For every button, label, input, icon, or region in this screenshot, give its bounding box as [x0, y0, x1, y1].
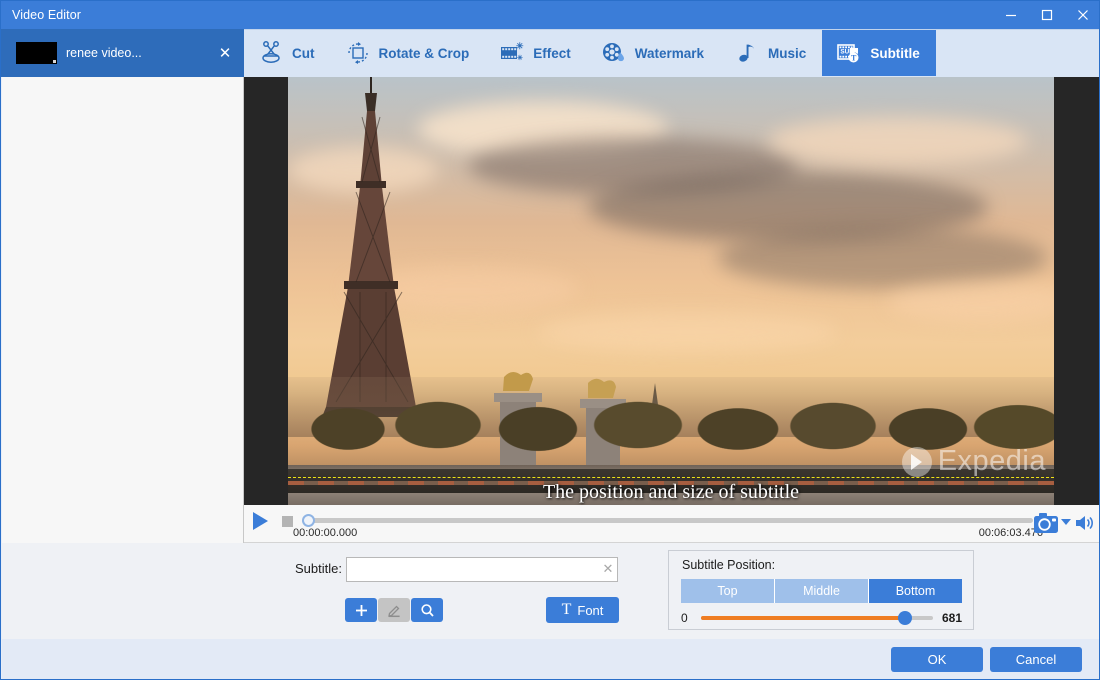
eiffel-tower	[322, 77, 420, 417]
toolbar-item-cut[interactable]: Cut	[244, 30, 331, 76]
window-title: Video Editor	[12, 8, 82, 22]
toolbar-label-watermark: Watermark	[634, 45, 705, 61]
video-preview[interactable]: Expedia The position and size of subtitl…	[244, 77, 1099, 505]
cloud	[768, 117, 1028, 165]
volume-icon[interactable]	[1074, 513, 1096, 533]
toolbar-label-cut: Cut	[292, 45, 315, 61]
rotate-crop-icon	[347, 42, 368, 64]
toolbar-label-subtitle: Subtitle	[870, 45, 920, 61]
chevron-down-icon[interactable]	[1061, 519, 1071, 525]
watermark-logo: Expedia	[901, 445, 1046, 478]
slider-max-label: 681	[941, 611, 962, 625]
cloud	[718, 227, 1048, 289]
effect-film-icon: ✳ ✳	[501, 41, 524, 62]
edit-subtitle-button[interactable]	[378, 598, 410, 622]
position-option-top[interactable]: Top	[681, 579, 775, 603]
transport-bar: 00:00:00.000 00:06:03.476	[244, 505, 1099, 543]
maximize-button[interactable]	[1029, 1, 1065, 29]
toolbar-label-rotate-crop: Rotate & Crop	[378, 45, 470, 61]
current-time-label: 00:00:00.000	[293, 527, 358, 539]
timeline-track[interactable]	[302, 518, 1033, 523]
maximize-icon	[1041, 9, 1053, 21]
toolbar-item-rotate-crop[interactable]: Rotate & Crop	[331, 30, 486, 76]
cancel-button[interactable]: Cancel	[990, 647, 1082, 672]
stop-icon[interactable]	[282, 516, 293, 527]
expedia-mark-icon	[901, 446, 932, 477]
font-t-glyph: T	[561, 601, 572, 618]
subtitle-position-title: Subtitle Position:	[682, 558, 776, 572]
title-bar: Video Editor	[1, 1, 1099, 29]
position-option-bottom[interactable]: Bottom	[869, 579, 962, 603]
toolbar-label-music: Music	[768, 45, 807, 61]
close-button[interactable]	[1065, 1, 1099, 29]
slider-handle[interactable]	[898, 611, 913, 625]
svg-text:✳: ✳	[517, 54, 523, 62]
cloud	[888, 282, 1054, 322]
video-frame: Expedia The position and size of subtitl…	[288, 77, 1054, 505]
watermark-film-drop-icon	[602, 43, 624, 62]
play-icon[interactable]	[253, 512, 268, 530]
subtitle-position-segmented-control: Top Middle Bottom	[681, 579, 962, 603]
subtitle-guide-line	[288, 477, 1054, 478]
minimize-button[interactable]	[993, 1, 1029, 29]
subtitle-position-slider[interactable]: 0 681	[681, 610, 962, 626]
watermark-text: Expedia	[937, 445, 1046, 477]
music-note-icon	[739, 44, 755, 62]
subtitle-film-icon: SUB T	[837, 44, 859, 63]
pencil-icon	[387, 605, 400, 617]
position-option-middle[interactable]: Middle	[775, 579, 869, 603]
slider-fill	[701, 616, 906, 620]
magnifier-icon	[420, 603, 434, 617]
file-thumbnail	[16, 42, 57, 64]
file-tab-label: renee video...	[66, 46, 142, 60]
scissors-icon	[262, 41, 280, 63]
cloud	[538, 312, 838, 352]
ok-button[interactable]: OK	[891, 647, 983, 672]
toolbar-item-music[interactable]: Music	[720, 30, 822, 76]
plus-icon	[355, 604, 367, 616]
window-controls	[993, 1, 1099, 29]
font-button[interactable]: T Font	[546, 597, 619, 623]
close-icon	[1078, 10, 1088, 20]
clear-x-icon[interactable]: ✕	[601, 562, 615, 576]
toolbar-item-watermark[interactable]: Watermark	[587, 30, 720, 76]
subtitle-field-label: Subtitle:	[295, 561, 342, 576]
main-toolbar: Cut Rotate & Crop ✳ ✳ Effect Watermark M…	[244, 29, 1099, 77]
media-list-panel	[2, 77, 244, 543]
toolbar-label-effect: Effect	[533, 45, 571, 61]
add-subtitle-button[interactable]	[345, 598, 377, 622]
font-button-label: Font	[577, 602, 604, 618]
toolbar-item-effect[interactable]: ✳ ✳ Effect	[485, 30, 587, 76]
svg-text:✳: ✳	[516, 41, 524, 51]
slider-min-label: 0	[681, 611, 688, 625]
svg-text:T: T	[851, 54, 857, 63]
toolbar-item-subtitle[interactable]: SUB T Subtitle	[822, 30, 936, 76]
camera-icon[interactable]	[1033, 511, 1059, 535]
video-editor-window: Video Editor renee video... ✕ Cut Rotate…	[0, 0, 1100, 680]
subtitle-input[interactable]	[346, 557, 618, 582]
subtitle-position-group: Subtitle Position: Top Middle Bottom 0 6…	[668, 550, 974, 630]
minimize-icon	[1006, 14, 1016, 17]
subtitle-overlay-text[interactable]: The position and size of subtitle	[288, 481, 1054, 504]
file-tab[interactable]: renee video... ✕	[1, 29, 244, 77]
file-tab-close-icon[interactable]: ✕	[217, 45, 233, 61]
search-subtitle-button[interactable]	[411, 598, 443, 622]
timeline-handle[interactable]	[302, 514, 315, 527]
